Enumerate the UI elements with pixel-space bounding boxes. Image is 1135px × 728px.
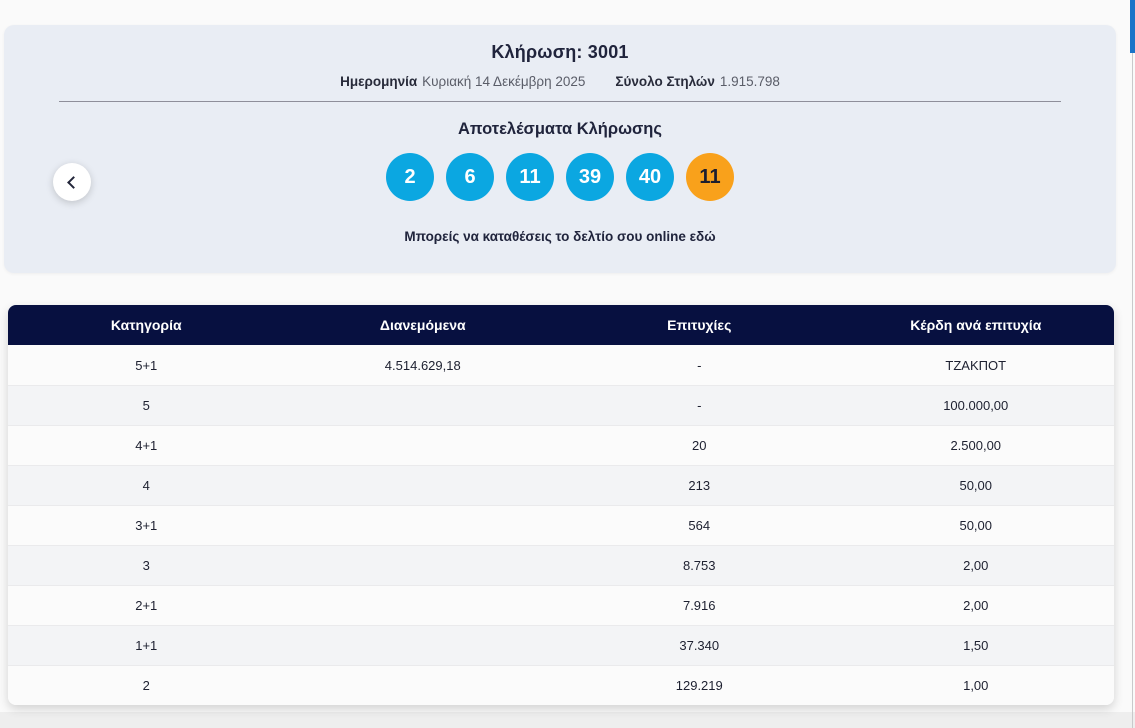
- header-winners: Επιτυχίες: [561, 305, 838, 345]
- cell-category: 4+1: [8, 426, 285, 465]
- header-distributed: Διανεμόμενα: [285, 305, 562, 345]
- draw-meta: Ημερομηνία Κυριακή 14 Δεκέμβρη 2025 Σύνολ…: [4, 74, 1116, 89]
- total-columns: Σύνολο Στηλών 1.915.798: [615, 74, 780, 89]
- cell-prize-per-winner: 1,00: [838, 666, 1115, 705]
- cell-category: 2: [8, 666, 285, 705]
- cell-category: 1+1: [8, 626, 285, 665]
- chevron-left-icon: [67, 176, 80, 189]
- cell-prize-per-winner: ΤΖΑΚΠΟΤ: [838, 345, 1115, 385]
- winning-number-ball: 6: [446, 153, 494, 201]
- cell-distributed: [285, 466, 562, 505]
- prize-table-body: 5+14.514.629,18-ΤΖΑΚΠΟΤ5-100.000,004+120…: [8, 345, 1114, 705]
- cell-winners: 564: [561, 506, 838, 545]
- cell-prize-per-winner: 50,00: [838, 466, 1115, 505]
- panel-divider: [59, 101, 1061, 102]
- results-title: Αποτελέσματα Κλήρωσης: [4, 120, 1116, 139]
- table-row: 3+1 56450,00: [8, 505, 1114, 545]
- table-row: 5 -100.000,00: [8, 385, 1114, 425]
- draw-title: Κλήρωση: 3001: [4, 25, 1116, 63]
- cell-category: 2+1: [8, 586, 285, 625]
- scrollbar-track: [1132, 53, 1133, 728]
- table-row: 4+1 202.500,00: [8, 425, 1114, 465]
- online-ticket-link[interactable]: Μπορείς να καταθέσεις το δελτίο σου onli…: [4, 229, 1116, 244]
- winning-number-ball: 39: [566, 153, 614, 201]
- cell-distributed: [285, 386, 562, 425]
- cell-winners: -: [561, 386, 838, 425]
- cell-prize-per-winner: 100.000,00: [838, 386, 1115, 425]
- table-row: 3 8.7532,00: [8, 545, 1114, 585]
- scrollbar-thumb[interactable]: [1130, 0, 1135, 53]
- cell-winners: 37.340: [561, 626, 838, 665]
- cell-prize-per-winner: 1,50: [838, 626, 1115, 665]
- cell-prize-per-winner: 2,00: [838, 586, 1115, 625]
- cell-distributed: 4.514.629,18: [285, 345, 562, 385]
- prize-table: Κατηγορία Διανεμόμενα Επιτυχίες Κέρδη αν…: [8, 305, 1114, 705]
- date-value: Κυριακή 14 Δεκέμβρη 2025: [422, 74, 585, 89]
- winning-number-ball: 40: [626, 153, 674, 201]
- winning-numbers: 2611394011: [4, 153, 1116, 201]
- cell-prize-per-winner: 2,00: [838, 546, 1115, 585]
- table-row: 2+1 7.9162,00: [8, 585, 1114, 625]
- cell-distributed: [285, 426, 562, 465]
- cell-category: 5+1: [8, 345, 285, 385]
- cell-category: 4: [8, 466, 285, 505]
- cell-winners: 213: [561, 466, 838, 505]
- header-category: Κατηγορία: [8, 305, 285, 345]
- cell-distributed: [285, 626, 562, 665]
- cell-category: 5: [8, 386, 285, 425]
- cell-prize-per-winner: 50,00: [838, 506, 1115, 545]
- winning-number-ball: 11: [506, 153, 554, 201]
- table-row: 5+14.514.629,18-ΤΖΑΚΠΟΤ: [8, 345, 1114, 385]
- cell-distributed: [285, 666, 562, 705]
- cell-distributed: [285, 506, 562, 545]
- page-bottom-background: [0, 712, 1135, 728]
- cell-category: 3+1: [8, 506, 285, 545]
- header-prize-per-winner: Κέρδη ανά επιτυχία: [838, 305, 1115, 345]
- cell-category: 3: [8, 546, 285, 585]
- winning-number-ball: 2: [386, 153, 434, 201]
- draw-date: Ημερομηνία Κυριακή 14 Δεκέμβρη 2025: [340, 74, 585, 89]
- cell-winners: -: [561, 345, 838, 385]
- table-row: 1+1 37.3401,50: [8, 625, 1114, 665]
- joker-number-ball: 11: [686, 153, 734, 201]
- columns-value: 1.915.798: [720, 74, 780, 89]
- columns-label: Σύνολο Στηλών: [615, 74, 714, 89]
- cell-winners: 8.753: [561, 546, 838, 585]
- cell-winners: 20: [561, 426, 838, 465]
- cell-prize-per-winner: 2.500,00: [838, 426, 1115, 465]
- prize-table-header: Κατηγορία Διανεμόμενα Επιτυχίες Κέρδη αν…: [8, 305, 1114, 345]
- previous-draw-button[interactable]: [53, 163, 91, 201]
- table-row: 4 21350,00: [8, 465, 1114, 505]
- date-label: Ημερομηνία: [340, 74, 417, 89]
- cell-distributed: [285, 586, 562, 625]
- cell-winners: 7.916: [561, 586, 838, 625]
- draw-results-panel: Κλήρωση: 3001 Ημερομηνία Κυριακή 14 Δεκέμ…: [4, 25, 1116, 273]
- cell-winners: 129.219: [561, 666, 838, 705]
- cell-distributed: [285, 546, 562, 585]
- table-row: 2 129.2191,00: [8, 665, 1114, 705]
